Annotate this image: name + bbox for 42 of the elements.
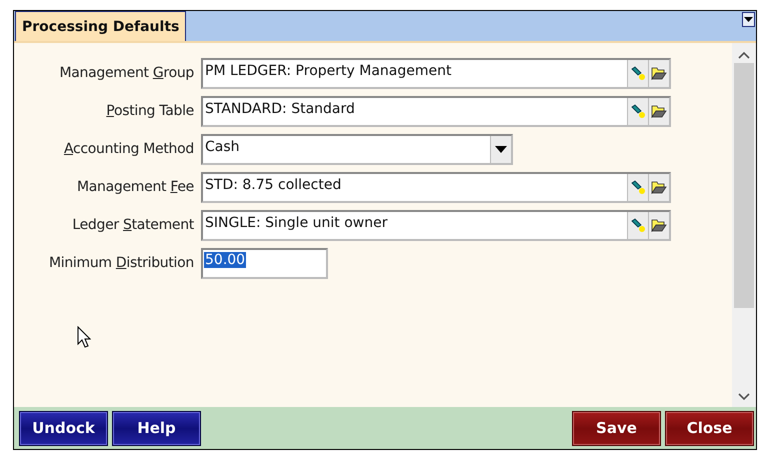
folder-icon bbox=[651, 180, 667, 194]
lookup-field[interactable]: STD: 8.75 collected bbox=[201, 172, 671, 202]
search-lookup-button[interactable] bbox=[627, 60, 648, 86]
lookup-field[interactable]: PM LEDGER: Property Management bbox=[201, 58, 671, 88]
search-lookup-button[interactable] bbox=[627, 212, 648, 238]
nav-button[interactable]: Help bbox=[112, 410, 201, 446]
dropdown-arrow-icon bbox=[744, 17, 753, 22]
open-folder-button[interactable] bbox=[648, 98, 669, 124]
action-button[interactable]: Close bbox=[665, 410, 754, 446]
search-lookup-button[interactable] bbox=[627, 174, 648, 200]
scrollbar[interactable] bbox=[732, 43, 756, 407]
open-folder-button[interactable] bbox=[648, 60, 669, 86]
scroll-down-icon[interactable] bbox=[738, 393, 750, 401]
scrollbar-thumb[interactable] bbox=[734, 63, 754, 308]
folder-icon bbox=[651, 104, 667, 118]
flashlight-icon bbox=[630, 66, 646, 80]
folder-icon bbox=[651, 218, 667, 232]
dropdown-button[interactable] bbox=[490, 136, 511, 162]
flashlight-icon bbox=[630, 218, 646, 232]
dropdown-arrow-icon bbox=[495, 146, 507, 152]
field-label: Posting Table bbox=[105, 103, 195, 119]
mouse-pointer-icon bbox=[77, 326, 91, 348]
flashlight-icon bbox=[630, 180, 646, 194]
open-folder-button[interactable] bbox=[648, 174, 669, 200]
nav-button[interactable]: Undock bbox=[19, 410, 108, 446]
dropdown-field[interactable]: Cash bbox=[201, 134, 513, 164]
tab[interactable]: Processing Defaults bbox=[15, 11, 186, 41]
field-label: Accounting Method bbox=[62, 141, 195, 157]
input-field[interactable]: 50.00 bbox=[201, 248, 328, 278]
menu-button[interactable] bbox=[742, 12, 755, 27]
field-label: Minimum Distribution bbox=[48, 255, 195, 271]
flashlight-icon bbox=[630, 104, 646, 118]
field-label: Management Fee bbox=[76, 179, 195, 195]
field-label: Ledger Statement bbox=[71, 217, 195, 233]
scroll-up-icon[interactable] bbox=[738, 51, 750, 59]
action-button[interactable]: Save bbox=[572, 410, 661, 446]
folder-icon bbox=[651, 66, 667, 80]
lookup-field[interactable]: SINGLE: Single unit owner bbox=[201, 210, 671, 240]
search-lookup-button[interactable] bbox=[627, 98, 648, 124]
open-folder-button[interactable] bbox=[648, 212, 669, 238]
field-label: Management Group bbox=[58, 65, 195, 81]
lookup-field[interactable]: STANDARD: Standard bbox=[201, 96, 671, 126]
